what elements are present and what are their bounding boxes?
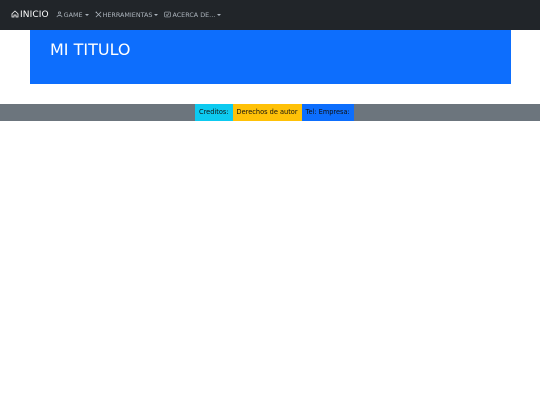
chevron-down-icon — [84, 14, 89, 16]
nav-dropdown-game[interactable]: GAME — [56, 11, 89, 20]
nav-label-game: GAME — [63, 11, 83, 19]
hero-banner: MI TITULO — [30, 30, 511, 84]
nav-dropdown-herramientas[interactable]: HERRAMIENTAS — [95, 11, 159, 20]
footer-bar: Creditos: Derechos de autor Tel: Empresa… — [0, 104, 540, 121]
badge-tel-empresa: Tel: Empresa: — [301, 104, 354, 121]
badge-creditos: Creditos: — [195, 104, 233, 121]
info-card-icon — [164, 11, 172, 20]
chevron-down-icon — [217, 14, 222, 16]
badge-derechos-de-autor: Derechos de autor — [232, 104, 302, 121]
tools-icon — [95, 11, 103, 20]
brand-link-inicio[interactable]: INICIO — [11, 9, 49, 21]
brand-label: INICIO — [20, 10, 49, 20]
nav-label-herramientas: HERRAMIENTAS — [102, 11, 153, 19]
top-navbar: INICIO GAME HERRAMIENTAS ACERCA DE... — [0, 0, 540, 30]
chevron-down-icon — [154, 14, 159, 16]
person-icon — [56, 11, 64, 20]
nav-label-acerca-de: ACERCA DE... — [172, 11, 216, 19]
page-title: MI TITULO — [50, 40, 131, 59]
footer-badges: Creditos: Derechos de autor Tel: Empresa… — [195, 104, 354, 121]
nav-dropdown-acerca-de[interactable]: ACERCA DE... — [164, 11, 222, 20]
house-icon — [11, 9, 20, 21]
